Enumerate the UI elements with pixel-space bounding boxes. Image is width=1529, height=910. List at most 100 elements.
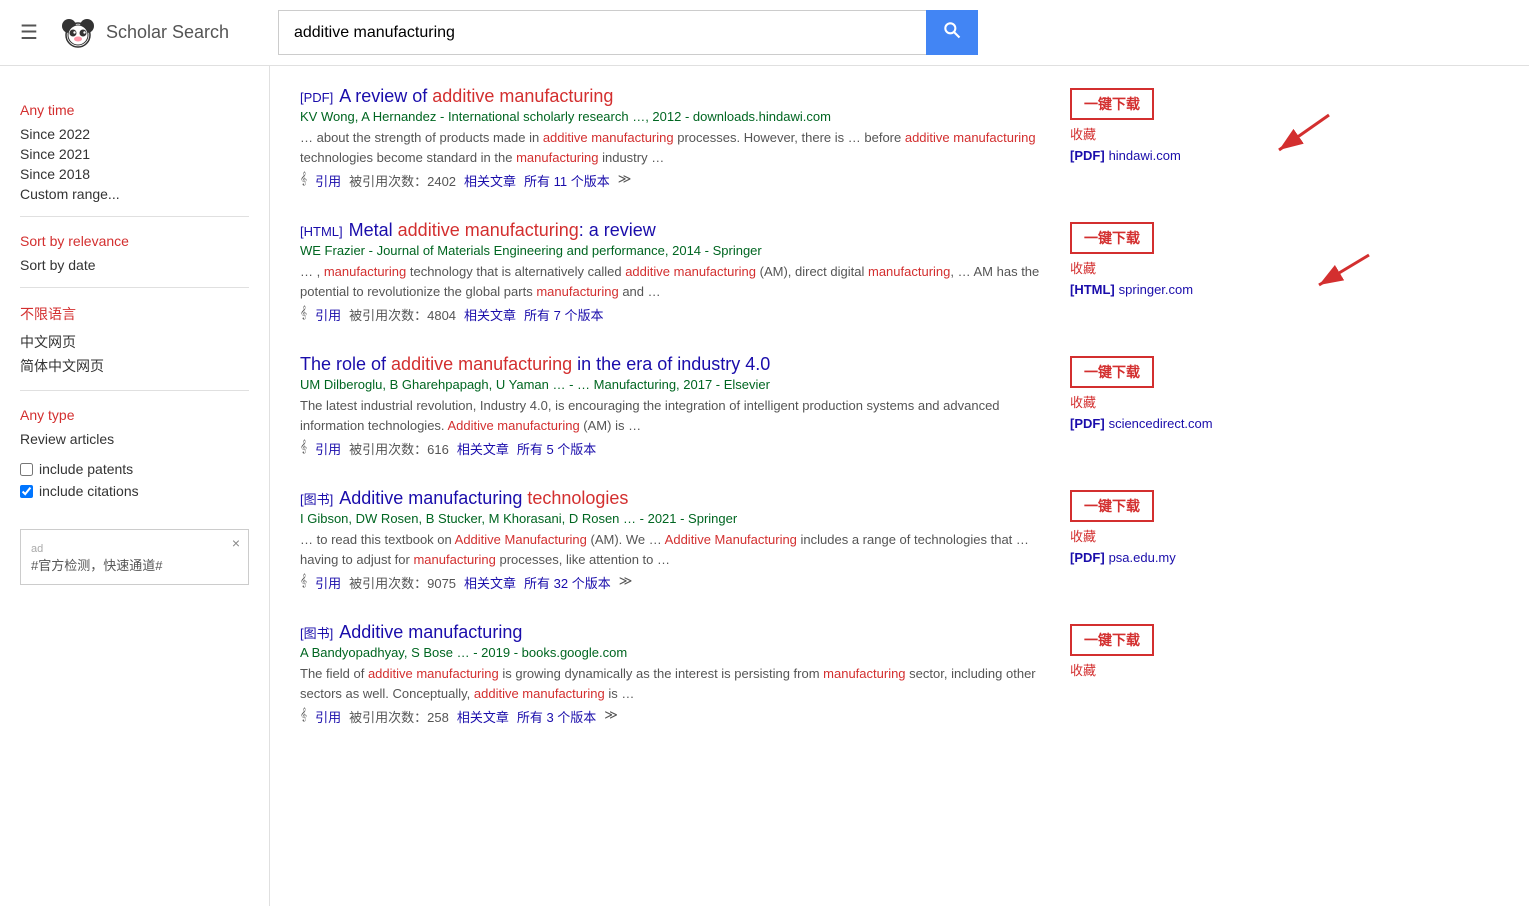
result-actions-1: 一键下载 收藏 [PDF] hindawi.com bbox=[1070, 86, 1230, 220]
search-bar bbox=[278, 10, 978, 55]
table-row: [PDF] A review of additive manufacturing… bbox=[300, 86, 1050, 190]
time-section-title[interactable]: Any time bbox=[20, 102, 249, 118]
cited-count: 被引用次数：4804 bbox=[349, 305, 456, 324]
cite-link[interactable]: 引用 bbox=[315, 573, 341, 592]
journal-info: - Journal of Materials Engineering and p… bbox=[369, 243, 762, 258]
result-title-line-3: The role of additive manufacturing in th… bbox=[300, 354, 1050, 375]
collect-button-4[interactable]: 收藏 bbox=[1070, 526, 1096, 545]
cited-count: 被引用次数：258 bbox=[349, 707, 449, 726]
result-title-4[interactable]: Additive manufacturing technologies bbox=[339, 488, 628, 509]
sidebar-item-since2018[interactable]: Since 2018 bbox=[20, 164, 249, 184]
table-row: The role of additive manufacturing in th… bbox=[300, 354, 1050, 458]
related-link[interactable]: 相关文章 bbox=[464, 171, 516, 190]
author-link[interactable]: B Gharehpapagh bbox=[390, 377, 489, 392]
cite-link[interactable]: 引用 bbox=[315, 439, 341, 458]
ad-close-button[interactable]: × bbox=[232, 535, 240, 551]
sidebar-item-since2021[interactable]: Since 2021 bbox=[20, 144, 249, 164]
result-wrapper-1: [PDF] A review of additive manufacturing… bbox=[300, 86, 1499, 220]
cite-link[interactable]: 引用 bbox=[315, 707, 341, 726]
pdf-link-3[interactable]: sciencedirect.com bbox=[1109, 416, 1213, 431]
result-type-tag-2: [HTML] bbox=[300, 224, 343, 239]
result-wrapper-4: [图书] Additive manufacturing technologies… bbox=[300, 488, 1499, 622]
author-link[interactable]: M Khorasani bbox=[489, 511, 562, 526]
table-row: [图书] Additive manufacturing technologies… bbox=[300, 488, 1050, 592]
versions-link[interactable]: 所有 11 个版本 bbox=[524, 171, 610, 190]
author-link[interactable]: DW Rosen bbox=[356, 511, 419, 526]
ad-label: ad bbox=[31, 543, 43, 555]
pdf-link-4[interactable]: psa.edu.my bbox=[1109, 550, 1176, 565]
collect-button-3[interactable]: 收藏 bbox=[1070, 392, 1096, 411]
versions-link[interactable]: 所有 7 个版本 bbox=[524, 305, 603, 324]
menu-icon[interactable]: ☰ bbox=[20, 20, 38, 45]
pdf-tag-4: [PDF] bbox=[1070, 550, 1105, 565]
logo-area: Scholar Search bbox=[58, 13, 258, 53]
download-button-2[interactable]: 一键下载 bbox=[1070, 222, 1154, 254]
versions-link[interactable]: 所有 5 个版本 bbox=[517, 439, 596, 458]
include-citations-checkbox[interactable]: include citations bbox=[20, 483, 249, 499]
search-input[interactable] bbox=[278, 10, 926, 55]
cited-count: 被引用次数：616 bbox=[349, 439, 449, 458]
more-icon: ≫ bbox=[618, 171, 632, 190]
table-row: [HTML] Metal additive manufacturing: a r… bbox=[300, 220, 1050, 324]
result-title-5[interactable]: Additive manufacturing bbox=[339, 622, 522, 643]
related-link[interactable]: 相关文章 bbox=[457, 707, 509, 726]
collect-button-2[interactable]: 收藏 bbox=[1070, 258, 1096, 277]
author-link[interactable]: UM Dilberoglu bbox=[300, 377, 382, 392]
related-link[interactable]: 相关文章 bbox=[464, 573, 516, 592]
sort-section-title[interactable]: Sort by relevance bbox=[20, 233, 249, 249]
logo-icon bbox=[58, 13, 98, 53]
type-section-title[interactable]: Any type bbox=[20, 407, 249, 423]
patents-checkbox-input[interactable] bbox=[20, 463, 33, 476]
result-authors-3: UM Dilberoglu, B Gharehpapagh, U Yaman …… bbox=[300, 377, 1050, 392]
download-button-1[interactable]: 一键下载 bbox=[1070, 88, 1154, 120]
cited-count: 被引用次数：9075 bbox=[349, 573, 456, 592]
pdf-link-1[interactable]: hindawi.com bbox=[1109, 148, 1181, 163]
lang-section-title[interactable]: 不限语言 bbox=[20, 304, 249, 324]
sidebar-item-simplified-chinese[interactable]: 简体中文网页 bbox=[20, 354, 249, 378]
result-actions-3: 一键下载 收藏 [PDF] sciencedirect.com bbox=[1070, 354, 1230, 488]
cite-link[interactable]: 引用 bbox=[315, 305, 341, 324]
include-patents-checkbox[interactable]: include patents bbox=[20, 461, 249, 477]
author-link[interactable]: B Stucker bbox=[426, 511, 482, 526]
author-link[interactable]: A Hernandez bbox=[361, 109, 436, 124]
author-link[interactable]: I Gibson bbox=[300, 511, 348, 526]
versions-link[interactable]: 所有 3 个版本 bbox=[517, 707, 596, 726]
sidebar-item-since2022[interactable]: Since 2022 bbox=[20, 124, 249, 144]
collect-button-1[interactable]: 收藏 bbox=[1070, 124, 1096, 143]
cite-link[interactable]: 引用 bbox=[315, 171, 341, 190]
citations-checkbox-input[interactable] bbox=[20, 485, 33, 498]
result-title-1[interactable]: A review of additive manufacturing bbox=[339, 86, 613, 107]
download-button-4[interactable]: 一键下载 bbox=[1070, 490, 1154, 522]
include-patents-label: include patents bbox=[39, 461, 133, 477]
author-link[interactable]: WE Frazier bbox=[300, 243, 365, 258]
result-actions-5: 一键下载 收藏 bbox=[1070, 622, 1230, 756]
author-link[interactable]: KV Wong bbox=[300, 109, 355, 124]
download-button-5[interactable]: 一键下载 bbox=[1070, 624, 1154, 656]
sidebar-item-custom-range[interactable]: Custom range... bbox=[20, 184, 249, 204]
sidebar-item-review-articles[interactable]: Review articles bbox=[20, 429, 249, 449]
cite-icon: 𝄞 bbox=[300, 171, 307, 190]
related-link[interactable]: 相关文章 bbox=[457, 439, 509, 458]
include-citations-label: include citations bbox=[39, 483, 139, 499]
result-type-tag-4: [图书] bbox=[300, 489, 333, 508]
main-layout: Any time Since 2022 Since 2021 Since 201… bbox=[0, 66, 1529, 906]
author-link[interactable]: A Bandyopadhyay bbox=[300, 645, 404, 660]
pdf-link-2[interactable]: springer.com bbox=[1119, 282, 1193, 297]
author-link[interactable]: U Yaman bbox=[496, 377, 549, 392]
result-title-3[interactable]: The role of additive manufacturing in th… bbox=[300, 354, 770, 375]
search-button[interactable] bbox=[926, 10, 978, 55]
related-link[interactable]: 相关文章 bbox=[464, 305, 516, 324]
cite-icon: 𝄞 bbox=[300, 573, 307, 592]
sidebar-item-sort-date[interactable]: Sort by date bbox=[20, 255, 249, 275]
versions-link[interactable]: 所有 32 个版本 bbox=[524, 573, 611, 592]
sidebar-item-chinese-web[interactable]: 中文网页 bbox=[20, 330, 249, 354]
cite-icon: 𝄞 bbox=[300, 707, 307, 726]
result-title-2[interactable]: Metal additive manufacturing: a review bbox=[349, 220, 656, 241]
collect-button-5[interactable]: 收藏 bbox=[1070, 660, 1096, 679]
divider-2 bbox=[20, 287, 249, 288]
result-authors-2: WE Frazier - Journal of Materials Engine… bbox=[300, 243, 1050, 258]
ad-box: ad #官方检测，快速通道# × bbox=[20, 529, 249, 585]
author-link[interactable]: S Bose bbox=[411, 645, 453, 660]
journal-info: … - … Manufacturing, 2017 - Elsevier bbox=[553, 377, 770, 392]
download-button-3[interactable]: 一键下载 bbox=[1070, 356, 1154, 388]
